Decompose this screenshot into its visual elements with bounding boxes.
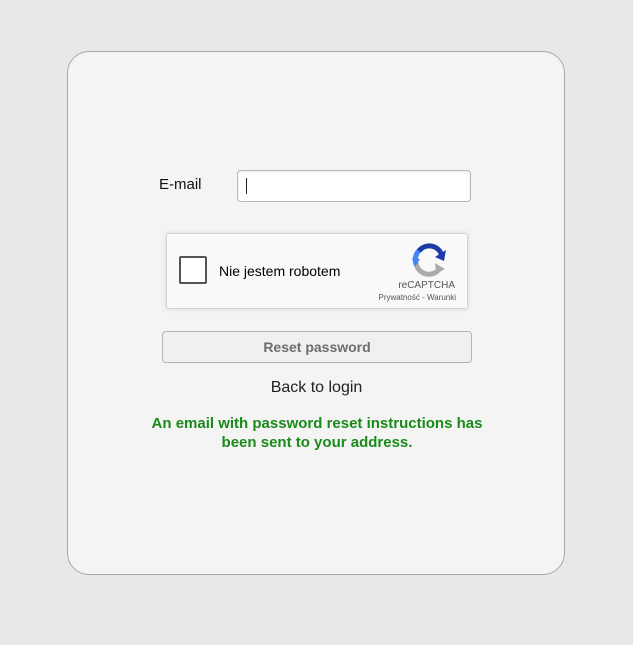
recaptcha-widget: Nie jestem robotem reCAPTCHA Prywatność … [166,233,468,309]
recaptcha-logo-icon [412,243,446,277]
email-input[interactable] [237,170,471,202]
recaptcha-checkbox-label: Nie jestem robotem [219,263,341,279]
email-label: E-mail [159,176,202,193]
reset-password-card [67,51,565,575]
recaptcha-brand: reCAPTCHA [398,280,455,291]
recaptcha-privacy-link[interactable]: Prywatność [378,293,419,302]
back-to-login-link[interactable]: Back to login [0,379,633,397]
text-caret [246,178,247,194]
recaptcha-checkbox[interactable] [179,256,207,284]
success-message: An email with password reset instruction… [151,415,483,451]
recaptcha-terms-link[interactable]: Warunki [427,293,456,302]
recaptcha-links-separator: - [419,293,427,302]
reset-password-button[interactable]: Reset password [162,331,472,363]
recaptcha-links: Prywatność - Warunki [378,293,456,302]
